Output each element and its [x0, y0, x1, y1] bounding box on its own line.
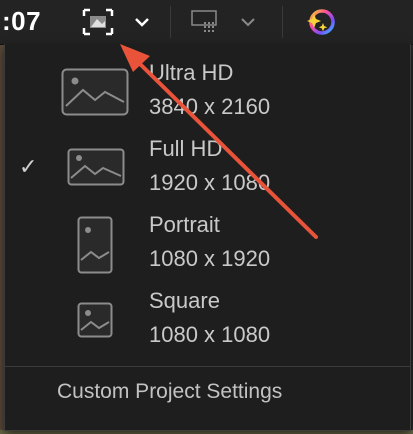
viewer-layout-button[interactable] [184, 4, 274, 40]
square-image-icon [77, 302, 113, 338]
menu-item-dimensions: 1080 x 1080 [149, 322, 271, 347]
menu-item-name: Portrait [149, 212, 220, 237]
resolution-picker-button[interactable] [76, 4, 166, 40]
landscape-image-icon [61, 68, 129, 116]
menu-item-name: Ultra HD [149, 60, 234, 85]
menu-item-name: Square [149, 288, 220, 313]
effects-button[interactable] [290, 4, 350, 40]
chevron-down-icon [135, 18, 149, 27]
menu-item-ultra-hd[interactable]: Ultra HD 3840 x 2160 [5, 52, 410, 128]
menu-item-dimensions: 1080 x 1920 [149, 246, 271, 271]
menu-item-name: Full HD [149, 136, 223, 161]
portrait-image-icon [77, 216, 113, 274]
chevron-down-icon [241, 18, 255, 27]
checkmark-icon: ✓ [19, 154, 38, 179]
toolbar-divider [282, 6, 283, 38]
resolution-menu: Ultra HD 3840 x 2160 ✓ Full HD 1920 x 10… [4, 44, 411, 431]
custom-project-settings-item[interactable]: Custom Project Settings [57, 380, 282, 404]
menu-item-dimensions: 3840 x 2160 [149, 94, 271, 119]
menu-divider [5, 366, 410, 367]
viewer-toolbar: :07 [0, 0, 413, 45]
menu-item-portrait[interactable]: Portrait 1080 x 1920 [5, 204, 410, 280]
resolution-picker-icon [82, 8, 114, 36]
magic-sparkle-icon [307, 9, 335, 35]
menu-item-square[interactable]: Square 1080 x 1080 [5, 280, 410, 356]
toolbar-divider [170, 6, 171, 38]
landscape-image-icon [67, 148, 125, 186]
viewer-layout-icon [191, 10, 217, 32]
timecode: :07 [2, 6, 42, 36]
menu-item-dimensions: 1920 x 1080 [149, 170, 271, 195]
menu-item-full-hd[interactable]: ✓ Full HD 1920 x 1080 [5, 128, 410, 204]
